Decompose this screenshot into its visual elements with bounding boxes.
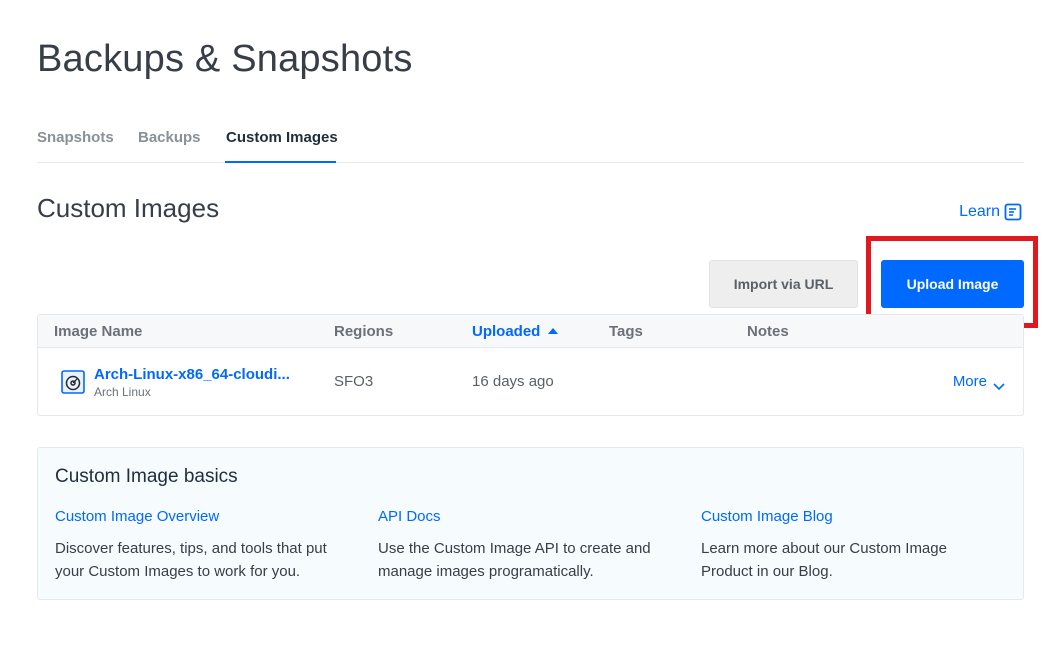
page-title: Backups & Snapshots	[37, 38, 413, 80]
more-label: More	[952, 373, 987, 390]
tab-custom-images[interactable]: Custom Images	[226, 129, 338, 146]
basics-description: Learn more about our Custom Image Produc…	[701, 540, 947, 580]
column-header-uploaded[interactable]: Uploaded	[472, 323, 559, 340]
image-name-link[interactable]: Arch-Linux-x86_64-cloudi...	[94, 366, 299, 383]
import-via-url-button[interactable]: Import via URL	[709, 260, 858, 308]
document-icon	[1004, 203, 1022, 221]
custom-images-table: Image Name Regions Uploaded Tags Notes A…	[37, 314, 1024, 416]
tab-bar: Snapshots Backups Custom Images	[37, 120, 1024, 163]
table-header: Image Name Regions Uploaded Tags Notes	[38, 315, 1023, 348]
upload-image-button[interactable]: Upload Image	[881, 260, 1024, 308]
custom-image-basics-panel: Custom Image basics Custom Image Overvie…	[37, 447, 1024, 600]
api-docs-link[interactable]: API Docs	[378, 508, 678, 525]
chevron-down-icon	[993, 378, 1005, 390]
tab-backups[interactable]: Backups	[138, 129, 201, 146]
section-title: Custom Images	[37, 193, 220, 223]
image-region: SFO3	[334, 373, 374, 390]
column-header-notes[interactable]: Notes	[747, 323, 789, 340]
table-row: Arch-Linux-x86_64-cloudi... Arch Linux S…	[38, 349, 1023, 415]
basics-description: Discover features, tips, and tools that …	[55, 540, 327, 580]
disk-image-icon	[61, 370, 85, 394]
basics-description: Use the Custom Image API to create and m…	[378, 540, 651, 580]
basics-column-overview: Custom Image Overview Discover features,…	[55, 508, 355, 583]
active-tab-indicator	[225, 161, 336, 163]
custom-image-blog-link[interactable]: Custom Image Blog	[701, 508, 1001, 525]
tab-snapshots[interactable]: Snapshots	[37, 129, 114, 146]
learn-link-label: Learn	[959, 203, 1000, 220]
sort-ascending-icon	[548, 328, 559, 334]
basics-column-blog: Custom Image Blog Learn more about our C…	[701, 508, 1001, 583]
basics-column-api: API Docs Use the Custom Image API to cre…	[378, 508, 678, 583]
learn-link[interactable]: Learn	[959, 203, 1022, 221]
custom-image-overview-link[interactable]: Custom Image Overview	[55, 508, 355, 525]
image-uploaded: 16 days ago	[472, 373, 554, 390]
column-header-uploaded-label: Uploaded	[472, 323, 541, 340]
column-header-tags[interactable]: Tags	[609, 323, 643, 340]
image-distro: Arch Linux	[94, 385, 151, 399]
column-header-regions[interactable]: Regions	[334, 323, 393, 340]
column-header-image-name[interactable]: Image Name	[54, 323, 142, 340]
basics-title: Custom Image basics	[55, 466, 238, 487]
more-menu-button[interactable]: More	[953, 373, 1005, 390]
